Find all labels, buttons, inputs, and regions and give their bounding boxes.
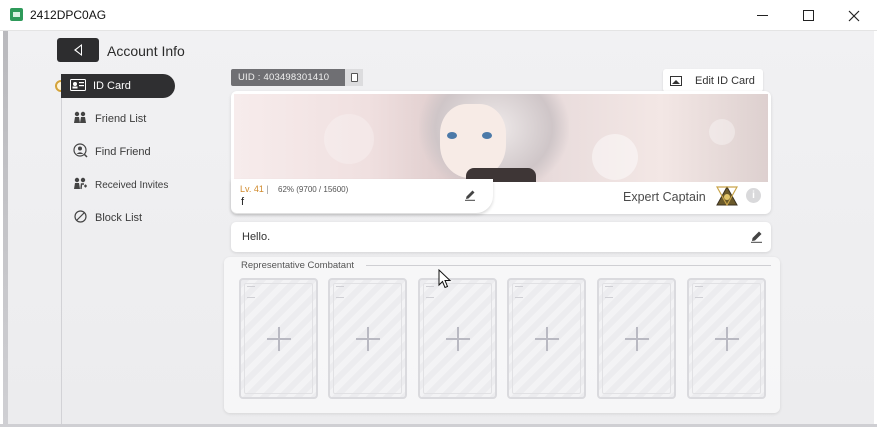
profile-info-pill: Lv. 41 | 62% (9700 / 15600) f: [231, 179, 493, 213]
app-icon: [10, 8, 23, 21]
add-combatant-plus-icon: [356, 327, 380, 351]
maximize-button[interactable]: [785, 0, 831, 31]
sidebar-item-label: Received Invites: [95, 179, 169, 191]
exp-row: 62% (9700 / 15600): [278, 185, 348, 194]
edit-name-pencil-icon[interactable]: [464, 189, 476, 201]
sidebar-item-block-list[interactable]: Block List: [63, 206, 177, 230]
sidebar-item-received-invites[interactable]: Received Invites: [63, 173, 177, 197]
add-combatant-plus-icon: [715, 327, 739, 351]
image-icon: [670, 75, 682, 86]
close-button[interactable]: [831, 0, 877, 31]
exp-detail: (9700 / 15600): [296, 185, 349, 194]
sidebar-item-find-friend[interactable]: Find Friend: [63, 140, 177, 164]
minimize-button[interactable]: [739, 0, 785, 31]
slot-mark: [695, 286, 703, 298]
slot-mark: [336, 286, 344, 298]
page-title: Account Info: [107, 43, 185, 59]
edit-greeting-pencil-icon[interactable]: [750, 230, 763, 243]
add-combatant-plus-icon: [535, 327, 559, 351]
level-separator: |: [266, 184, 269, 194]
add-combatant-plus-icon: [267, 327, 291, 351]
combatant-slot-2[interactable]: [328, 278, 407, 399]
sidebar-divider: [61, 76, 62, 424]
sidebar-item-label: Find Friend: [95, 146, 151, 158]
player-name: f: [241, 196, 245, 208]
character-face: [440, 104, 506, 178]
add-combatant-plus-icon: [625, 327, 649, 351]
combatant-slot-4[interactable]: [507, 278, 586, 399]
slot-mark: [247, 286, 255, 298]
combatant-slot-3[interactable]: [418, 278, 497, 399]
game-canvas: Account Info ID Card Friend List Find Fr…: [3, 31, 874, 424]
back-button[interactable]: [57, 38, 99, 62]
add-combatant-plus-icon: [446, 327, 470, 351]
combatant-slot-5[interactable]: [597, 278, 676, 399]
banner-light: [709, 119, 735, 145]
sidebar-item-label: ID Card: [93, 80, 131, 92]
combatant-slot-1[interactable]: [239, 278, 318, 399]
window-title: 2412DPC0AG: [30, 8, 107, 22]
sidebar-item-friend-list[interactable]: Friend List: [63, 107, 177, 131]
level-row: Lv. 41 |: [240, 184, 269, 194]
rank-label: Expert Captain: [623, 190, 706, 204]
slot-mark: [605, 286, 613, 298]
friends-icon: [71, 111, 89, 127]
greeting-text: Hello.: [242, 231, 271, 243]
id-card-icon: [69, 78, 87, 94]
sidebar-item-id-card[interactable]: ID Card: [61, 74, 175, 98]
slot-mark: [426, 286, 434, 298]
close-icon: [848, 10, 860, 21]
profile-banner-image: [234, 94, 768, 182]
rank-info-icon[interactable]: i: [746, 188, 761, 203]
minimize-icon: [756, 15, 768, 16]
character-eye: [482, 132, 492, 139]
combatant-section-title: Representative Combatant: [241, 260, 355, 271]
block-icon: [71, 210, 89, 226]
combatant-slot-6[interactable]: [687, 278, 766, 399]
sidebar-item-label: Friend List: [95, 113, 147, 125]
level-value: Lv. 41: [240, 184, 264, 194]
uid-text: UID : 403498301410: [238, 72, 330, 83]
exp-percent: 62%: [278, 185, 295, 194]
greeting-box: Hello.: [231, 222, 771, 252]
combatant-title-line: [366, 265, 771, 266]
find-friend-icon: [71, 143, 89, 161]
invites-icon: [71, 177, 89, 193]
banner-light: [592, 134, 638, 180]
slot-mark: [515, 286, 523, 298]
banner-light: [324, 114, 374, 164]
copy-uid-button[interactable]: [345, 69, 363, 86]
uid-box: UID : 403498301410: [231, 69, 363, 86]
mouse-cursor-icon: [438, 269, 452, 289]
left-edge-strip: [3, 31, 8, 424]
back-arrow-icon: [74, 44, 82, 56]
copy-icon: [350, 73, 358, 82]
edit-id-card-label: Edit ID Card: [695, 74, 755, 87]
rank-badge-icon: [716, 186, 738, 206]
character-eye: [447, 132, 457, 139]
window-titlebar: 2412DPC0AG: [0, 0, 877, 31]
maximize-icon: [802, 10, 814, 21]
edit-id-card-button[interactable]: Edit ID Card: [663, 69, 763, 92]
sidebar-item-label: Block List: [95, 212, 143, 224]
